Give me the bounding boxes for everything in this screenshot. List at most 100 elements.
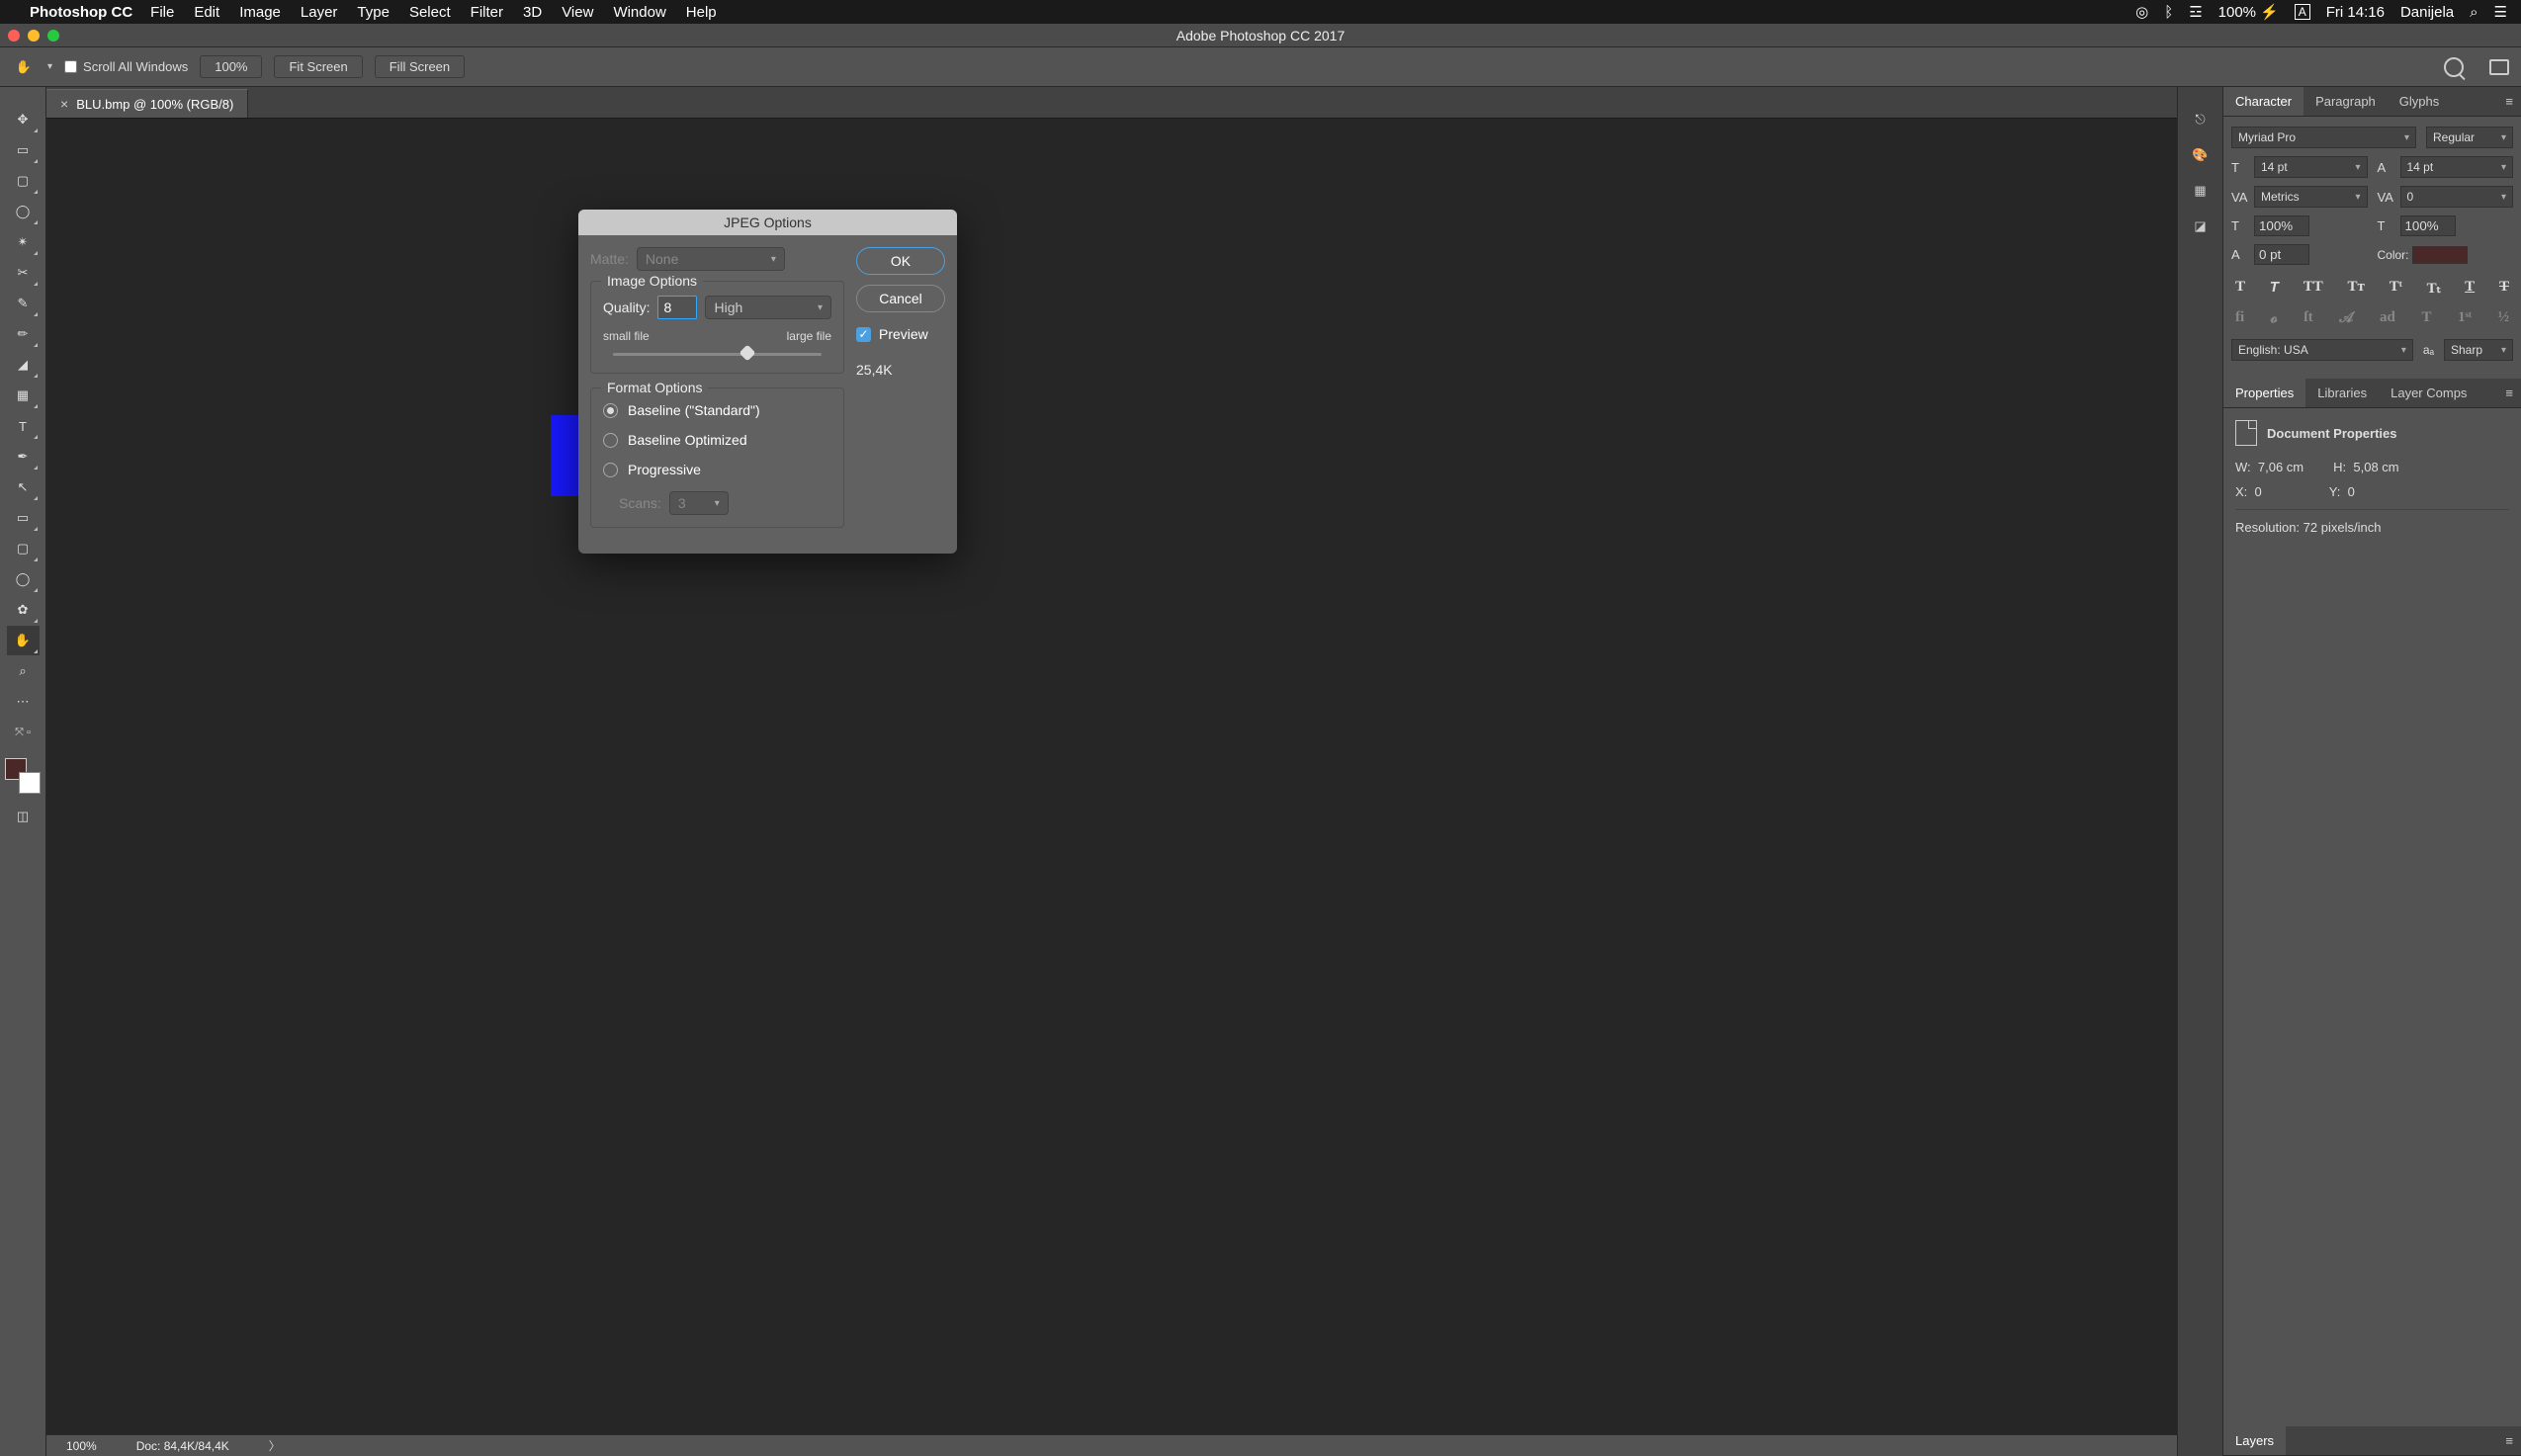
workspace-switcher-icon[interactable] bbox=[2489, 59, 2509, 75]
close-tab-icon[interactable]: × bbox=[60, 96, 68, 112]
lasso-tool[interactable]: ◯ bbox=[7, 197, 40, 226]
vertical-scale-input[interactable]: T bbox=[2231, 215, 2368, 236]
menu-file[interactable]: File bbox=[150, 4, 174, 21]
zoom-level[interactable]: 100% bbox=[66, 1439, 97, 1453]
tab-layer-comps[interactable]: Layer Comps bbox=[2379, 379, 2478, 407]
ok-button[interactable]: OK bbox=[856, 247, 945, 275]
swatches-panel-icon[interactable]: ▦ bbox=[2189, 180, 2213, 202]
menu-window[interactable]: Window bbox=[613, 4, 665, 21]
custom-shape-tool[interactable]: ✿ bbox=[7, 595, 40, 625]
panel-menu-icon[interactable]: ≡ bbox=[2497, 379, 2521, 407]
fill-screen-button[interactable]: Fill Screen bbox=[375, 55, 465, 78]
doc-height: H: 5,08 cm bbox=[2333, 460, 2398, 474]
rectangle-tool[interactable]: ▭ bbox=[7, 503, 40, 533]
move-tool[interactable]: ✥ bbox=[7, 105, 40, 134]
radio-progressive[interactable]: Progressive bbox=[603, 462, 831, 477]
fit-screen-button[interactable]: Fit Screen bbox=[274, 55, 362, 78]
window-minimize[interactable] bbox=[28, 30, 40, 42]
antialias-select[interactable]: Sharp▾ bbox=[2444, 339, 2513, 361]
menu-image[interactable]: Image bbox=[239, 4, 281, 21]
tab-glyphs[interactable]: Glyphs bbox=[2388, 87, 2451, 116]
window-maximize[interactable] bbox=[47, 30, 59, 42]
quality-slider[interactable] bbox=[603, 347, 831, 361]
kerning-select[interactable]: VAMetrics▾ bbox=[2231, 186, 2368, 208]
tab-libraries[interactable]: Libraries bbox=[2305, 379, 2379, 407]
zoom-100-button[interactable]: 100% bbox=[200, 55, 262, 78]
window-close[interactable] bbox=[8, 30, 20, 42]
pen-tool[interactable]: ✒ bbox=[7, 442, 40, 471]
leading-input[interactable]: A14 pt▾ bbox=[2378, 156, 2514, 178]
zoom-tool[interactable]: ⌕ bbox=[7, 656, 40, 686]
quality-preset-select[interactable]: High▾ bbox=[705, 296, 831, 319]
radio-baseline-standard[interactable]: Baseline ("Standard") bbox=[603, 402, 831, 418]
menu-3d[interactable]: 3D bbox=[523, 4, 542, 21]
menu-edit[interactable]: Edit bbox=[194, 4, 219, 21]
color-panel-icon[interactable]: 🎨 bbox=[2189, 144, 2213, 166]
type-style-icons[interactable]: TTTTTᴛTᵗTₜTT bbox=[2231, 273, 2513, 303]
font-family-select[interactable]: Myriad Pro▾ bbox=[2231, 127, 2416, 148]
horizontal-scale-input[interactable]: T bbox=[2378, 215, 2514, 236]
canvas[interactable]: JPEG Options Matte: None▾ Image Options bbox=[46, 119, 2177, 1434]
tab-properties[interactable]: Properties bbox=[2223, 379, 2305, 407]
cloud-icon[interactable]: ◎ bbox=[2135, 3, 2148, 21]
eyedropper-tool[interactable]: ✎ bbox=[7, 289, 40, 318]
cancel-button[interactable]: Cancel bbox=[856, 285, 945, 312]
menu-list-icon[interactable]: ☰ bbox=[2494, 3, 2507, 21]
tracking-input[interactable]: VA0▾ bbox=[2378, 186, 2514, 208]
history-panel-icon[interactable]: ⎋ bbox=[2189, 109, 2213, 130]
scroll-all-checkbox[interactable]: Scroll All Windows bbox=[64, 59, 188, 74]
tab-layers[interactable]: Layers bbox=[2223, 1426, 2286, 1455]
tab-character[interactable]: Character bbox=[2223, 87, 2304, 116]
quality-input[interactable] bbox=[657, 296, 697, 319]
wifi-icon[interactable]: ☲ bbox=[2189, 3, 2202, 21]
spotlight-icon[interactable]: ⌕ bbox=[2470, 4, 2478, 21]
status-chevron-icon[interactable]: 〉 bbox=[269, 1437, 281, 1454]
font-style-select[interactable]: Regular▾ bbox=[2426, 127, 2513, 148]
quick-mask-icon[interactable]: ◫ bbox=[7, 802, 40, 831]
app-name[interactable]: Photoshop CC bbox=[30, 4, 132, 21]
opentype-icons[interactable]: fi𝓸ſt𝒜adT1ˢᵗ½ bbox=[2231, 303, 2513, 333]
font-size-input[interactable]: T14 pt▾ bbox=[2231, 156, 2368, 178]
hand-tool-icon[interactable]: ✋ bbox=[12, 55, 36, 79]
panel-menu-icon[interactable]: ≡ bbox=[2497, 87, 2521, 116]
path-select-tool[interactable]: ↖ bbox=[7, 472, 40, 502]
quick-select-tool[interactable]: ✴ bbox=[7, 227, 40, 257]
menu-view[interactable]: View bbox=[562, 4, 593, 21]
crop-tool[interactable]: ✂ bbox=[7, 258, 40, 288]
doc-size[interactable]: Doc: 84,4K/84,4K bbox=[136, 1439, 229, 1453]
hand-tool[interactable]: ✋ bbox=[7, 626, 40, 655]
background-color[interactable] bbox=[19, 772, 41, 794]
tool-options-chevron-icon[interactable]: ▾ bbox=[47, 61, 52, 72]
text-color[interactable]: Color: bbox=[2378, 246, 2514, 264]
bluetooth-icon[interactable]: ᛒ bbox=[2164, 4, 2173, 21]
adjustments-panel-icon[interactable]: ◪ bbox=[2189, 215, 2213, 237]
language-select[interactable]: English: USA▾ bbox=[2231, 339, 2413, 361]
panel-menu-icon[interactable]: ≡ bbox=[2497, 1426, 2521, 1455]
clock[interactable]: Fri 14:16 bbox=[2326, 4, 2385, 21]
user-menu[interactable]: Danijela bbox=[2400, 4, 2454, 21]
brush-tool[interactable]: ✏ bbox=[7, 319, 40, 349]
input-source-icon[interactable]: A bbox=[2295, 4, 2310, 20]
menu-select[interactable]: Select bbox=[409, 4, 451, 21]
menu-type[interactable]: Type bbox=[357, 4, 390, 21]
search-icon[interactable] bbox=[2444, 57, 2464, 77]
type-tool[interactable]: T bbox=[7, 411, 40, 441]
color-swatches[interactable] bbox=[5, 758, 41, 794]
menu-layer[interactable]: Layer bbox=[301, 4, 338, 21]
gradient-tool[interactable]: ▦ bbox=[7, 381, 40, 410]
document-tab[interactable]: × BLU.bmp @ 100% (RGB/8) bbox=[46, 89, 248, 118]
ellipse-tool[interactable]: ◯ bbox=[7, 564, 40, 594]
preview-checkbox[interactable]: ✓ Preview bbox=[856, 326, 945, 342]
tab-paragraph[interactable]: Paragraph bbox=[2304, 87, 2388, 116]
swap-colors-icon[interactable]: ⤧ ▫ bbox=[7, 718, 40, 747]
rounded-rect-tool[interactable]: ▢ bbox=[7, 534, 40, 563]
baseline-shift-input[interactable]: A bbox=[2231, 244, 2368, 265]
radio-baseline-optimized[interactable]: Baseline Optimized bbox=[603, 432, 831, 448]
battery-status[interactable]: 100% ⚡ bbox=[2218, 3, 2279, 21]
menu-help[interactable]: Help bbox=[686, 4, 717, 21]
menu-filter[interactable]: Filter bbox=[471, 4, 503, 21]
eraser-tool[interactable]: ◢ bbox=[7, 350, 40, 380]
edit-toolbar[interactable]: ⋯ bbox=[7, 687, 40, 717]
marquee-tool[interactable]: ▢ bbox=[7, 166, 40, 196]
artboard-tool[interactable]: ▭ bbox=[7, 135, 40, 165]
